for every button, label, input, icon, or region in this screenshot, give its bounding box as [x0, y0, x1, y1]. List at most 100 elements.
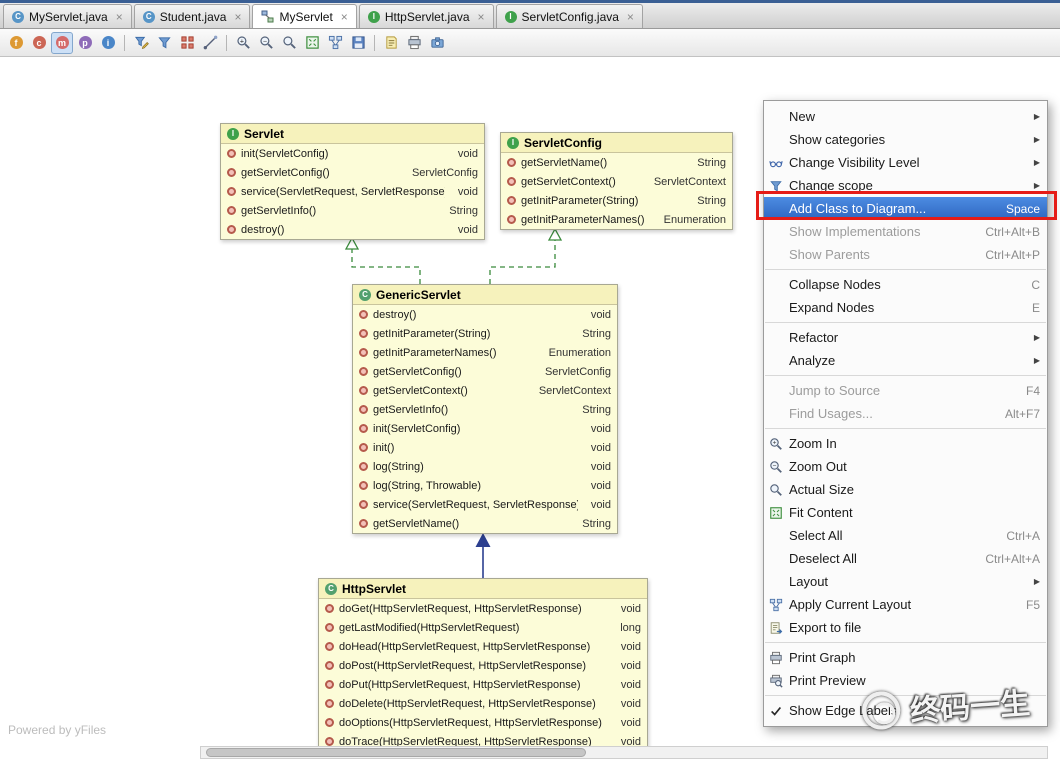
menu-item-collapse-nodes[interactable]: Collapse NodesC: [764, 273, 1047, 296]
actual-size-icon[interactable]: [278, 32, 300, 54]
fields-visibility-glyph: f: [10, 36, 23, 49]
menu-item-refactor[interactable]: Refactor▶: [764, 326, 1047, 349]
menu-item-select-all[interactable]: Select AllCtrl+A: [764, 524, 1047, 547]
method-icon: [325, 623, 334, 632]
menu-item-label: Export to file: [789, 620, 861, 635]
method-row[interactable]: doGet(HttpServletRequest, HttpServletRes…: [319, 599, 647, 618]
menu-item-change-visibility-level[interactable]: Change Visibility Level▶: [764, 151, 1047, 174]
print-icon[interactable]: [403, 32, 425, 54]
method-row[interactable]: getInitParameterNames()Enumeration: [501, 210, 732, 229]
method-row[interactable]: getInitParameter(String)String: [501, 191, 732, 210]
class-name: Servlet: [244, 127, 284, 141]
menu-item-deselect-all[interactable]: Deselect AllCtrl+Alt+A: [764, 547, 1047, 570]
properties-visibility-icon[interactable]: p: [74, 32, 96, 54]
note-icon[interactable]: [380, 32, 402, 54]
snapshot-icon[interactable]: [426, 32, 448, 54]
menu-item-layout[interactable]: Layout▶: [764, 570, 1047, 593]
method-row[interactable]: init(ServletConfig)void: [353, 419, 617, 438]
menu-item-label: Show Parents: [789, 247, 870, 262]
method-row[interactable]: getServletContext()ServletContext: [501, 172, 732, 191]
zoom-out-icon[interactable]: −: [255, 32, 277, 54]
method-row[interactable]: getServletInfo()String: [353, 400, 617, 419]
menu-item-jump-to-source[interactable]: Jump to SourceF4: [764, 379, 1047, 402]
edge-creation-mode-icon[interactable]: [199, 32, 221, 54]
class-node-httpservlet[interactable]: CHttpServletdoGet(HttpServletRequest, Ht…: [318, 578, 648, 752]
method-row[interactable]: service(ServletRequest, ServletResponse)…: [221, 182, 484, 201]
inner-classes-visibility-icon[interactable]: i: [97, 32, 119, 54]
menu-icon-spacer: [769, 109, 789, 125]
fields-visibility-icon[interactable]: f: [5, 32, 27, 54]
menu-item-show-parents[interactable]: Show ParentsCtrl+Alt+P: [764, 243, 1047, 266]
class-node-servlet[interactable]: IServletinit(ServletConfig)voidgetServle…: [220, 123, 485, 240]
method-row[interactable]: init()void: [353, 438, 617, 457]
constructors-visibility-icon[interactable]: c: [28, 32, 50, 54]
class-node-servletconfig[interactable]: IServletConfiggetServletName()StringgetS…: [500, 132, 733, 230]
method-row[interactable]: getInitParameterNames()Enumeration: [353, 343, 617, 362]
tab-close-icon[interactable]: ×: [234, 11, 241, 23]
method-return-type: ServletConfig: [537, 366, 611, 378]
class-icon: C: [12, 11, 24, 23]
menu-item-fit-content[interactable]: Fit Content: [764, 501, 1047, 524]
methods-visibility-icon[interactable]: m: [51, 32, 73, 54]
tab-close-icon[interactable]: ×: [116, 11, 123, 23]
method-row[interactable]: doHead(HttpServletRequest, HttpServletRe…: [319, 637, 647, 656]
method-icon: [359, 310, 368, 319]
change-visibility-level-icon[interactable]: [130, 32, 152, 54]
class-icon: C: [359, 289, 371, 301]
class-header: CHttpServlet: [319, 579, 647, 599]
method-row[interactable]: getServletConfig()ServletConfig: [221, 163, 484, 182]
tab-servletconfig-java[interactable]: IServletConfig.java×: [496, 4, 643, 28]
method-row[interactable]: destroy()void: [221, 220, 484, 239]
tab-myservlet-java[interactable]: CMyServlet.java×: [3, 4, 132, 28]
menu-item-zoom-out[interactable]: −Zoom Out: [764, 455, 1047, 478]
method-row[interactable]: getServletName()String: [501, 153, 732, 172]
submenu-arrow-icon: ▶: [1030, 577, 1040, 586]
fit-content-icon[interactable]: [301, 32, 323, 54]
show-dependencies-icon[interactable]: [176, 32, 198, 54]
menu-item-actual-size[interactable]: Actual Size: [764, 478, 1047, 501]
tab-httpservlet-java[interactable]: IHttpServlet.java×: [359, 4, 494, 28]
menu-item-show-implementations[interactable]: Show ImplementationsCtrl+Alt+B: [764, 220, 1047, 243]
menu-item-label: Print Preview: [789, 673, 866, 688]
menu-item-expand-nodes[interactable]: Expand NodesE: [764, 296, 1047, 319]
method-row[interactable]: destroy()void: [353, 305, 617, 324]
class-node-genericservlet[interactable]: CGenericServletdestroy()voidgetInitParam…: [352, 284, 618, 534]
tab-myservlet[interactable]: MyServlet×: [252, 4, 356, 28]
method-signature: service(ServletRequest, ServletResponse): [373, 499, 578, 511]
menu-item-export-to-file[interactable]: Export to file: [764, 616, 1047, 639]
method-row[interactable]: doDelete(HttpServletRequest, HttpServlet…: [319, 694, 647, 713]
menu-item-print-graph[interactable]: Print Graph: [764, 646, 1047, 669]
menu-item-zoom-in[interactable]: +Zoom In: [764, 432, 1047, 455]
method-row[interactable]: doPut(HttpServletRequest, HttpServletRes…: [319, 675, 647, 694]
method-row[interactable]: log(String)void: [353, 457, 617, 476]
method-row[interactable]: doOptions(HttpServletRequest, HttpServle…: [319, 713, 647, 732]
method-row[interactable]: init(ServletConfig)void: [221, 144, 484, 163]
menu-item-show-categories[interactable]: Show categories▶: [764, 128, 1047, 151]
method-row[interactable]: getServletConfig()ServletConfig: [353, 362, 617, 381]
zoom-in-icon[interactable]: +: [232, 32, 254, 54]
method-row[interactable]: getServletInfo()String: [221, 201, 484, 220]
method-row[interactable]: getServletContext()ServletContext: [353, 381, 617, 400]
apply-layout-icon[interactable]: [324, 32, 346, 54]
menu-item-find-usages[interactable]: Find Usages...Alt+F7: [764, 402, 1047, 425]
tab-close-icon[interactable]: ×: [341, 11, 348, 23]
change-scope-icon[interactable]: [153, 32, 175, 54]
method-row[interactable]: getInitParameter(String)String: [353, 324, 617, 343]
horizontal-scrollbar[interactable]: [200, 746, 1048, 759]
method-signature: log(String, Throwable): [373, 480, 481, 492]
method-signature: destroy(): [373, 309, 416, 321]
method-row[interactable]: getLastModified(HttpServletRequest)long: [319, 618, 647, 637]
method-row[interactable]: getServletName()String: [353, 514, 617, 533]
menu-item-analyze[interactable]: Analyze▶: [764, 349, 1047, 372]
save-diagram-icon[interactable]: [347, 32, 369, 54]
method-row[interactable]: doPost(HttpServletRequest, HttpServletRe…: [319, 656, 647, 675]
method-row[interactable]: service(ServletRequest, ServletResponse)…: [353, 495, 617, 514]
tab-close-icon[interactable]: ×: [478, 11, 485, 23]
menu-item-apply-current-layout[interactable]: Apply Current LayoutF5: [764, 593, 1047, 616]
menu-item-new[interactable]: New▶: [764, 105, 1047, 128]
menu-shortcut: C: [1031, 278, 1040, 292]
tab-close-icon[interactable]: ×: [627, 11, 634, 23]
horizontal-scrollbar-thumb[interactable]: [206, 748, 586, 757]
tab-student-java[interactable]: CStudent.java×: [134, 4, 251, 28]
method-row[interactable]: log(String, Throwable)void: [353, 476, 617, 495]
